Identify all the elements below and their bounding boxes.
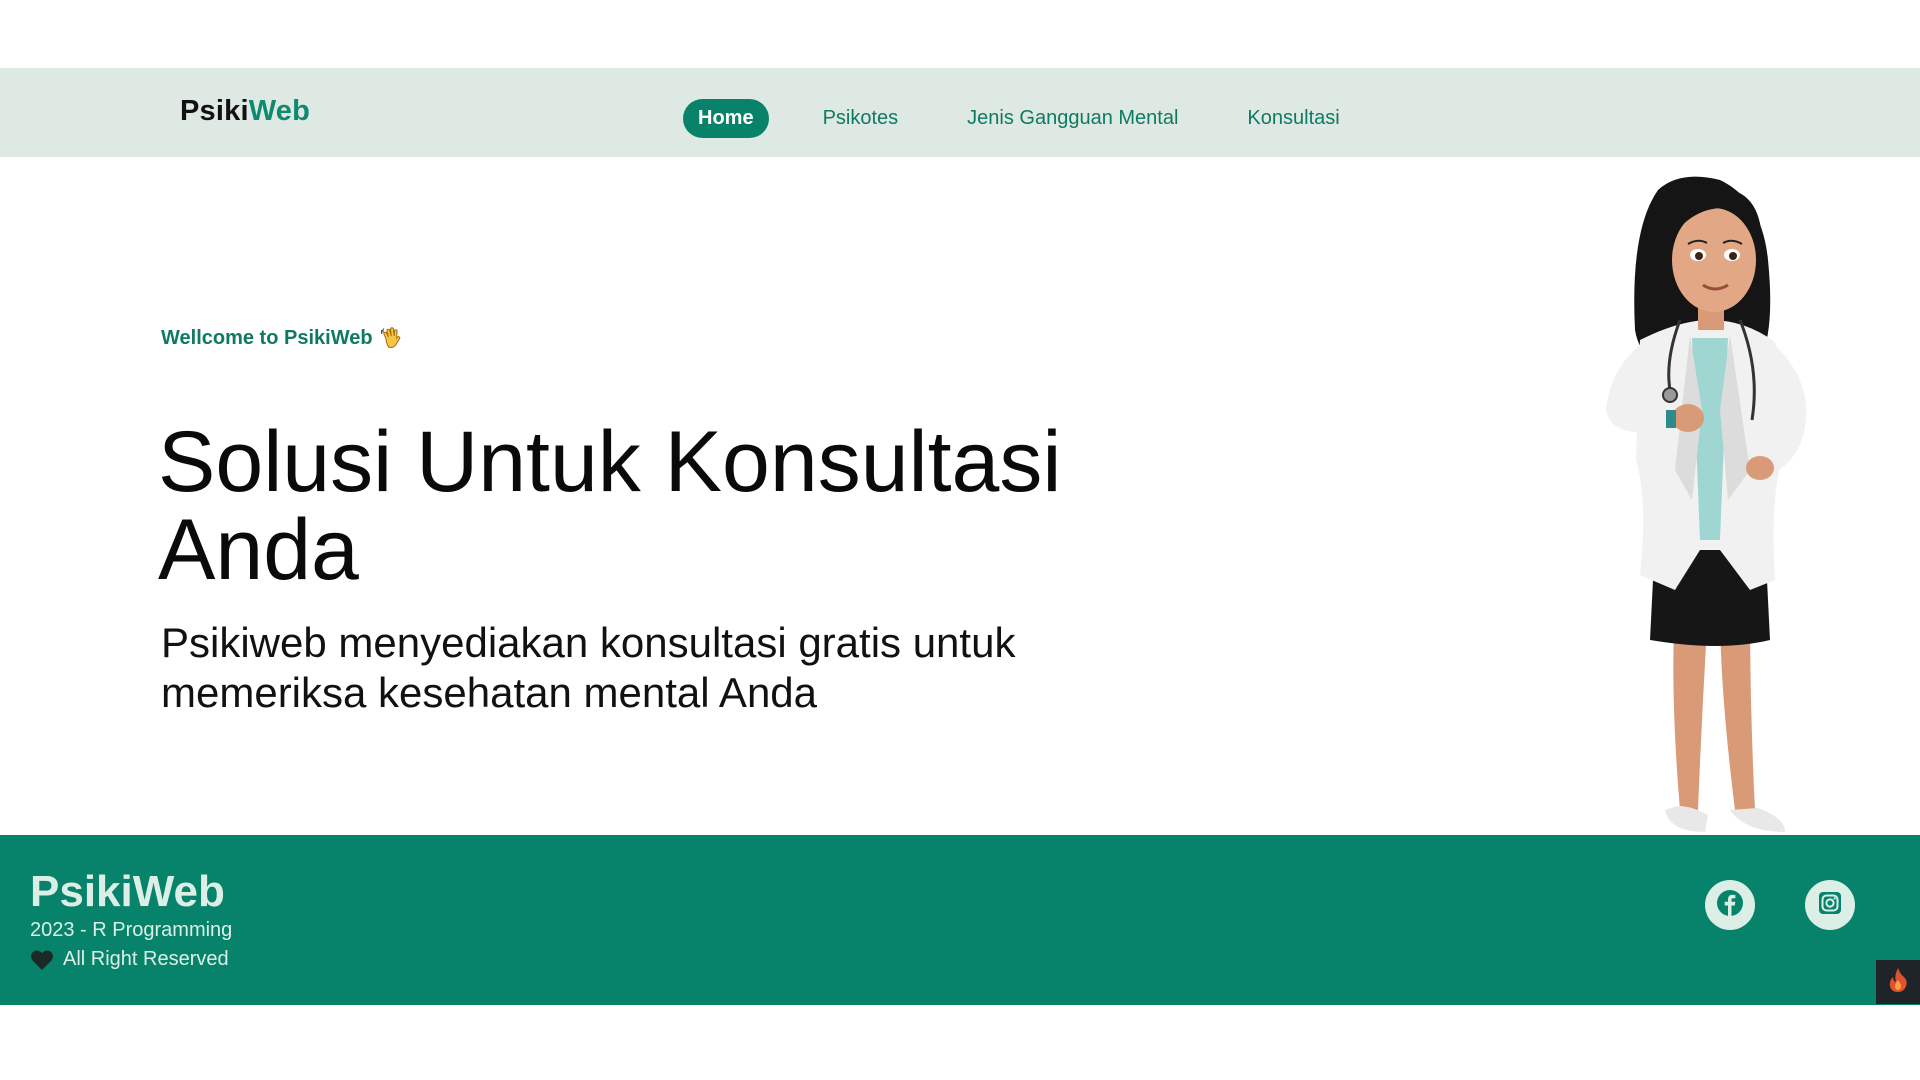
- brand-text-part2: Web: [248, 95, 311, 127]
- facebook-link[interactable]: [1705, 880, 1755, 930]
- nav-konsultasi-link[interactable]: Konsultasi: [1232, 99, 1354, 138]
- hero-title: Solusi Untuk Konsultasi Anda: [158, 414, 1062, 598]
- hero-welcome-text: Wellcome to PsikiWeb: [161, 326, 373, 349]
- nav-psikotes-link[interactable]: Psikotes: [808, 99, 914, 138]
- hero-subtitle: Psikiweb menyediakan konsultasi gratis u…: [161, 619, 1016, 716]
- nav-home-link[interactable]: Home: [683, 98, 769, 138]
- nav-jenis-gangguan-mental-link[interactable]: Jenis Gangguan Mental: [952, 99, 1193, 138]
- brand-logo[interactable]: PsikiWeb: [180, 95, 310, 128]
- footer: PsikiWeb 2023 - R Programming All Right …: [0, 835, 1920, 1005]
- instagram-link[interactable]: [1805, 880, 1855, 930]
- doctor-illustration: [1570, 170, 1820, 836]
- footer-copyright: 2023 - R Programming: [30, 919, 233, 941]
- waving-hand-icon: [380, 326, 404, 350]
- footer-rights-text: All Right Reserved: [63, 948, 229, 970]
- brand-text-part1: Psiki: [180, 95, 249, 127]
- footer-brand: PsikiWeb: [30, 867, 225, 916]
- facebook-icon: [1716, 889, 1744, 922]
- navbar: PsikiWeb Home Psikotes Jenis Gangguan Me…: [0, 68, 1920, 157]
- footer-rights: All Right Reserved: [30, 948, 229, 971]
- hero-welcome: Wellcome to PsikiWeb: [161, 326, 404, 350]
- black-heart-icon: [30, 949, 54, 971]
- fire-badge[interactable]: [1876, 960, 1920, 1004]
- nav-links: Home Psikotes Jenis Gangguan Mental Kons…: [683, 98, 1355, 138]
- instagram-icon: [1817, 890, 1843, 921]
- fire-icon: [1887, 967, 1909, 998]
- page: PsikiWeb Home Psikotes Jenis Gangguan Me…: [0, 0, 1920, 1080]
